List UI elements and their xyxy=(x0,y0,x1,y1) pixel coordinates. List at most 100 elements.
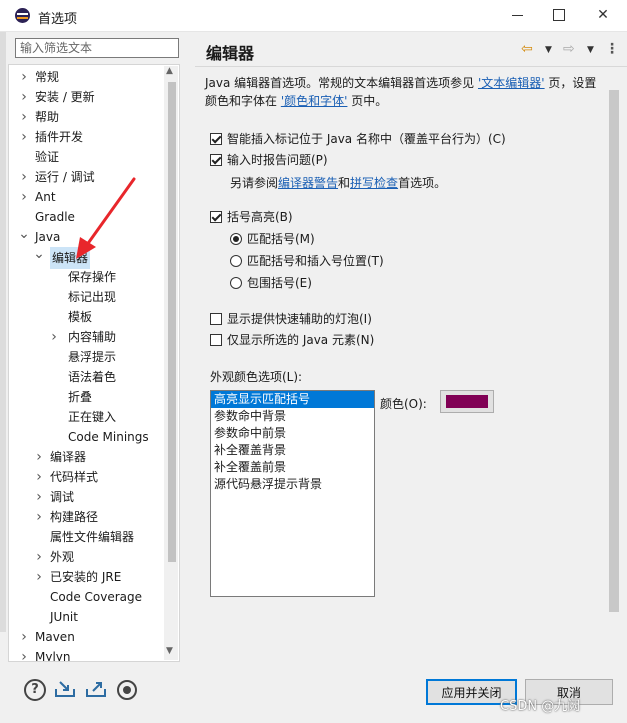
collapsed-arrow-icon[interactable]: › xyxy=(33,547,45,567)
view-menu-icon[interactable]: ⋮ xyxy=(605,41,619,59)
tree-item[interactable]: Code Coverage xyxy=(9,587,165,607)
color-picker-button[interactable] xyxy=(440,390,494,413)
color-option-item[interactable]: 补全覆盖前景 xyxy=(211,459,374,476)
record-icon[interactable] xyxy=(117,680,137,700)
enclosing-bracket-label: 包围括号(E) xyxy=(247,276,312,290)
collapsed-arrow-icon[interactable]: › xyxy=(18,87,30,107)
enclosing-bracket-radio[interactable] xyxy=(230,277,242,289)
tree-item[interactable]: 正在键入 xyxy=(9,407,165,427)
filter-input[interactable] xyxy=(15,38,179,58)
forward-arrow-icon[interactable]: ⇨ xyxy=(563,41,575,59)
collapsed-arrow-icon[interactable]: › xyxy=(18,627,30,647)
smart-insert-checkbox[interactable] xyxy=(210,133,222,145)
page-title: 编辑器 xyxy=(206,44,255,63)
match-bracket-caret-label: 匹配括号和插入号位置(T) xyxy=(247,254,384,268)
quick-assist-checkbox[interactable] xyxy=(210,313,222,325)
show-selected-checkbox[interactable] xyxy=(210,334,222,346)
tree-item[interactable]: › 安装 / 更新 xyxy=(9,87,165,107)
close-button[interactable]: ✕ xyxy=(593,5,613,25)
tree-item[interactable]: › 外观 xyxy=(9,547,165,567)
tree-item[interactable]: › 帮助 xyxy=(9,107,165,127)
tree-item[interactable]: 标记出现 xyxy=(9,287,165,307)
match-bracket-caret-radio[interactable] xyxy=(230,255,242,267)
bracket-highlight-checkbox[interactable] xyxy=(210,211,222,223)
color-option-item[interactable]: 高亮显示匹配括号 xyxy=(211,391,374,408)
tree-item-label: Code Coverage xyxy=(50,590,143,604)
tree-item[interactable]: › 内容辅助 xyxy=(9,327,165,347)
tree-item-label: 验证 xyxy=(35,150,60,164)
tree-item-label: 安装 / 更新 xyxy=(35,90,95,104)
compiler-warnings-link[interactable]: 编译器警告 xyxy=(278,176,338,190)
tree-item[interactable]: 保存操作 xyxy=(9,267,165,287)
tree-scroll-down-icon[interactable]: ▼ xyxy=(166,646,173,656)
tree-item-label: Ant xyxy=(35,190,56,204)
tree-item[interactable]: 模板 xyxy=(9,307,165,327)
tree-item[interactable]: › Mylyn xyxy=(9,647,165,662)
tree-item[interactable]: › 构建路径 xyxy=(9,507,165,527)
back-arrow-icon[interactable]: ⇦ xyxy=(521,41,533,59)
tree-item[interactable]: › 调试 xyxy=(9,487,165,507)
back-history-dropdown-icon[interactable]: ▼ xyxy=(545,45,552,63)
collapsed-arrow-icon[interactable]: › xyxy=(48,327,60,347)
tree-item[interactable]: › 常规 xyxy=(9,67,165,87)
tree-item[interactable]: › 插件开发 xyxy=(9,127,165,147)
tree-scroll-up-icon[interactable]: ▲ xyxy=(166,66,173,76)
collapsed-arrow-icon[interactable]: › xyxy=(18,167,30,187)
tree-item-label: 语法着色 xyxy=(68,370,117,384)
tree-item[interactable]: 折叠 xyxy=(9,387,165,407)
close-icon: ✕ xyxy=(597,7,609,23)
collapsed-arrow-icon[interactable]: › xyxy=(18,647,30,661)
see-also-prefix: 另请参阅 xyxy=(230,176,279,190)
spell-check-link[interactable]: 拼写检查 xyxy=(350,176,398,190)
tree-item[interactable]: 悬浮提示 xyxy=(9,347,165,367)
help-icon[interactable]: ? xyxy=(24,679,46,701)
tree-item-label: 折叠 xyxy=(68,390,93,404)
color-option-item[interactable]: 源代码悬浮提示背景 xyxy=(211,476,374,493)
tree-item-label: 帮助 xyxy=(35,110,60,124)
expanded-arrow-icon[interactable]: ⌄ xyxy=(18,227,30,247)
collapsed-arrow-icon[interactable]: › xyxy=(33,567,45,587)
tree-item[interactable]: › 代码样式 xyxy=(9,467,165,487)
tree-item[interactable]: JUnit xyxy=(9,607,165,627)
collapsed-arrow-icon[interactable]: › xyxy=(33,467,45,487)
color-option-item[interactable]: 参数命中前景 xyxy=(211,425,374,442)
tree-item-label: Gradle xyxy=(35,210,75,224)
color-option-item[interactable]: 补全覆盖背景 xyxy=(211,442,374,459)
forward-history-dropdown-icon[interactable]: ▼ xyxy=(587,45,594,63)
text-editor-link[interactable]: '文本编辑器' xyxy=(478,76,545,90)
tree-item[interactable]: Code Minings xyxy=(9,427,165,447)
colors-fonts-link[interactable]: '颜色和字体' xyxy=(281,94,348,108)
tree-item-label: 插件开发 xyxy=(35,130,84,144)
minimize-button[interactable] xyxy=(507,5,527,25)
tree-item-label: 属性文件编辑器 xyxy=(50,530,135,544)
report-problems-checkbox[interactable] xyxy=(210,154,222,166)
page-scrollbar-thumb[interactable] xyxy=(609,90,619,612)
tree-item[interactable]: 验证 xyxy=(9,147,165,167)
color-option-item[interactable]: 参数命中背景 xyxy=(211,408,374,425)
see-also-text: 另请参阅编译器警告和拼写检查首选项。 xyxy=(230,174,446,192)
tree-item-label: 编译器 xyxy=(50,450,87,464)
match-bracket-radio[interactable] xyxy=(230,233,242,245)
tree-item[interactable]: 语法着色 xyxy=(9,367,165,387)
tree-item[interactable]: › Maven xyxy=(9,627,165,647)
collapsed-arrow-icon[interactable]: › xyxy=(18,187,30,207)
export-icon[interactable] xyxy=(85,679,107,699)
tree-scrollbar-thumb[interactable] xyxy=(168,82,176,562)
tree-item[interactable]: 属性文件编辑器 xyxy=(9,527,165,547)
import-icon[interactable] xyxy=(54,679,76,699)
tree-item[interactable]: › 编译器 xyxy=(9,447,165,467)
expanded-arrow-icon[interactable]: ⌄ xyxy=(33,247,45,267)
collapsed-arrow-icon[interactable]: › xyxy=(18,67,30,87)
tree-item[interactable]: › 已安装的 JRE xyxy=(9,567,165,587)
collapsed-arrow-icon[interactable]: › xyxy=(18,107,30,127)
collapsed-arrow-icon[interactable]: › xyxy=(33,447,45,467)
tree-item-label: 悬浮提示 xyxy=(68,350,117,364)
tree-item-label: 常规 xyxy=(35,70,60,84)
collapsed-arrow-icon[interactable]: › xyxy=(18,127,30,147)
collapsed-arrow-icon[interactable]: › xyxy=(33,487,45,507)
appearance-color-list[interactable]: 高亮显示匹配括号 参数命中背景 参数命中前景 补全覆盖背景 补全覆盖前景 源代码悬浮提示背… xyxy=(210,390,375,597)
maximize-button[interactable] xyxy=(549,5,569,25)
description-text: Java 编辑器首选项。常规的文本编辑器首选项参见 xyxy=(205,76,478,90)
collapsed-arrow-icon[interactable]: › xyxy=(33,507,45,527)
tree-item-label: Mylyn xyxy=(35,650,71,662)
